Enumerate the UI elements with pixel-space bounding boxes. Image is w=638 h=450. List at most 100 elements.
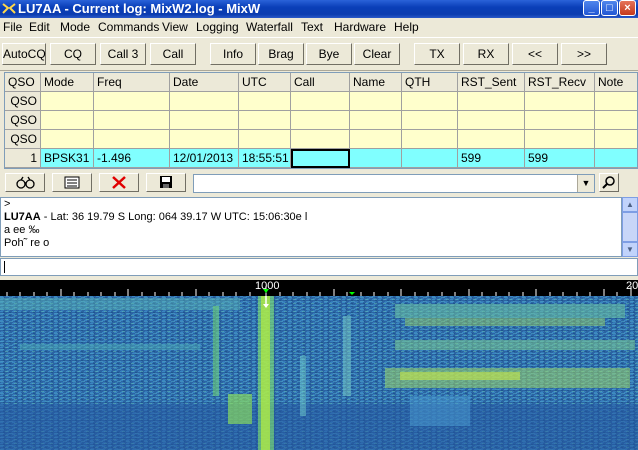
transmit-input[interactable] [0, 258, 638, 276]
menu-text[interactable]: Text [301, 20, 323, 34]
save-qso-button[interactable] [146, 173, 186, 192]
table-cell[interactable] [41, 111, 94, 130]
current-call-cell[interactable] [291, 149, 350, 168]
text-cursor [4, 261, 5, 273]
col-header-name[interactable]: Name [350, 73, 402, 92]
table-cell[interactable] [595, 92, 637, 111]
menu-view[interactable]: View [162, 20, 188, 34]
clear-button[interactable]: Clear [354, 43, 400, 65]
row-number: 1 [5, 149, 41, 168]
table-cell[interactable] [350, 92, 402, 111]
lookup-button[interactable] [5, 173, 45, 192]
table-cell[interactable] [595, 111, 637, 130]
col-header-date[interactable]: Date [170, 73, 239, 92]
close-button[interactable]: × [619, 0, 636, 16]
current-rst-recv-cell[interactable]: 599 [525, 149, 595, 168]
call-button[interactable]: Call [150, 43, 196, 65]
col-header-freq[interactable]: Freq [94, 73, 170, 92]
menu-file[interactable]: File [3, 20, 22, 34]
tx-button[interactable]: TX [414, 43, 460, 65]
maximize-button[interactable]: □ [601, 0, 618, 16]
table-cell[interactable] [170, 92, 239, 111]
chevron-down-icon[interactable]: ▼ [577, 175, 594, 192]
table-cell[interactable] [170, 130, 239, 149]
info-button[interactable]: Info [210, 43, 256, 65]
prev-button[interactable]: << [512, 43, 558, 65]
table-cell[interactable] [291, 130, 350, 149]
call3-button[interactable]: Call 3 [100, 43, 146, 65]
table-cell[interactable] [402, 130, 458, 149]
table-cell[interactable] [94, 92, 170, 111]
rx-button[interactable]: RX [463, 43, 509, 65]
current-qth-cell[interactable] [402, 149, 458, 168]
table-cell[interactable] [525, 130, 595, 149]
frequency-ruler[interactable]: 1000 20 [0, 280, 638, 296]
col-header-note[interactable]: Note [595, 73, 637, 92]
table-cell[interactable] [291, 92, 350, 111]
log-toolbar: ▼ [0, 171, 638, 195]
current-name-cell[interactable] [350, 149, 402, 168]
table-cell[interactable] [350, 111, 402, 130]
callsign-lookup-combo[interactable]: ▼ [193, 174, 595, 193]
menu-help[interactable]: Help [394, 20, 419, 34]
delete-icon [112, 176, 126, 189]
col-header-mode[interactable]: Mode [41, 73, 94, 92]
qso-form-button[interactable] [52, 173, 92, 192]
rx-line: a ee ‰ [4, 224, 40, 236]
current-mode-cell[interactable]: BPSK31 [41, 149, 94, 168]
current-freq-cell[interactable]: -1.496 [94, 149, 170, 168]
bye-button[interactable]: Bye [306, 43, 352, 65]
receive-text-window[interactable]: > LU7AA - Lat: 36 19.79 S Long: 064 39.1… [0, 197, 622, 257]
table-cell[interactable] [525, 92, 595, 111]
table-cell[interactable] [94, 130, 170, 149]
menu-commands[interactable]: Commands [98, 20, 159, 34]
menu-logging[interactable]: Logging [196, 20, 239, 34]
current-note-cell[interactable] [595, 149, 637, 168]
col-header-qso[interactable]: QSO [5, 73, 41, 92]
next-button[interactable]: >> [561, 43, 607, 65]
table-cell[interactable] [170, 111, 239, 130]
scroll-thumb[interactable] [622, 212, 638, 242]
table-cell[interactable] [402, 111, 458, 130]
receive-scrollbar[interactable]: ▲ ▼ [622, 197, 638, 257]
current-date-cell[interactable]: 12/01/2013 [170, 149, 239, 168]
save-icon [160, 176, 172, 188]
menu-edit[interactable]: Edit [29, 20, 50, 34]
col-header-rst-sent[interactable]: RST_Sent [458, 73, 525, 92]
table-cell[interactable] [41, 92, 94, 111]
col-header-utc[interactable]: UTC [239, 73, 291, 92]
col-header-call[interactable]: Call [291, 73, 350, 92]
ruler-label-1000: 1000 [255, 280, 280, 292]
table-cell[interactable] [525, 111, 595, 130]
menu-mode[interactable]: Mode [60, 20, 90, 34]
table-cell[interactable] [239, 130, 291, 149]
search-button[interactable] [599, 173, 619, 192]
autocq-button[interactable]: AutoCQ [2, 43, 46, 65]
scroll-up-icon[interactable]: ▲ [622, 197, 638, 212]
table-cell[interactable] [239, 111, 291, 130]
scroll-down-icon[interactable]: ▼ [622, 242, 638, 257]
table-cell[interactable] [94, 111, 170, 130]
table-cell[interactable] [458, 111, 525, 130]
minimize-button[interactable]: _ [583, 0, 600, 16]
table-cell[interactable] [41, 130, 94, 149]
table-cell[interactable] [458, 130, 525, 149]
form-icon [64, 176, 80, 189]
ruler-ticks [6, 286, 632, 296]
menu-waterfall[interactable]: Waterfall [246, 20, 293, 34]
delete-qso-button[interactable] [99, 173, 139, 192]
current-utc-cell[interactable]: 18:55:51 [239, 149, 291, 168]
table-cell[interactable] [402, 92, 458, 111]
current-rst-sent-cell[interactable]: 599 [458, 149, 525, 168]
table-cell[interactable] [458, 92, 525, 111]
table-cell[interactable] [291, 111, 350, 130]
table-cell[interactable] [350, 130, 402, 149]
menu-hardware[interactable]: Hardware [334, 20, 386, 34]
table-cell[interactable] [595, 130, 637, 149]
brag-button[interactable]: Brag [258, 43, 304, 65]
waterfall-display[interactable] [0, 296, 638, 450]
table-cell[interactable] [239, 92, 291, 111]
col-header-qth[interactable]: QTH [402, 73, 458, 92]
cq-button[interactable]: CQ [50, 43, 96, 65]
col-header-rst-recv[interactable]: RST_Recv [525, 73, 595, 92]
